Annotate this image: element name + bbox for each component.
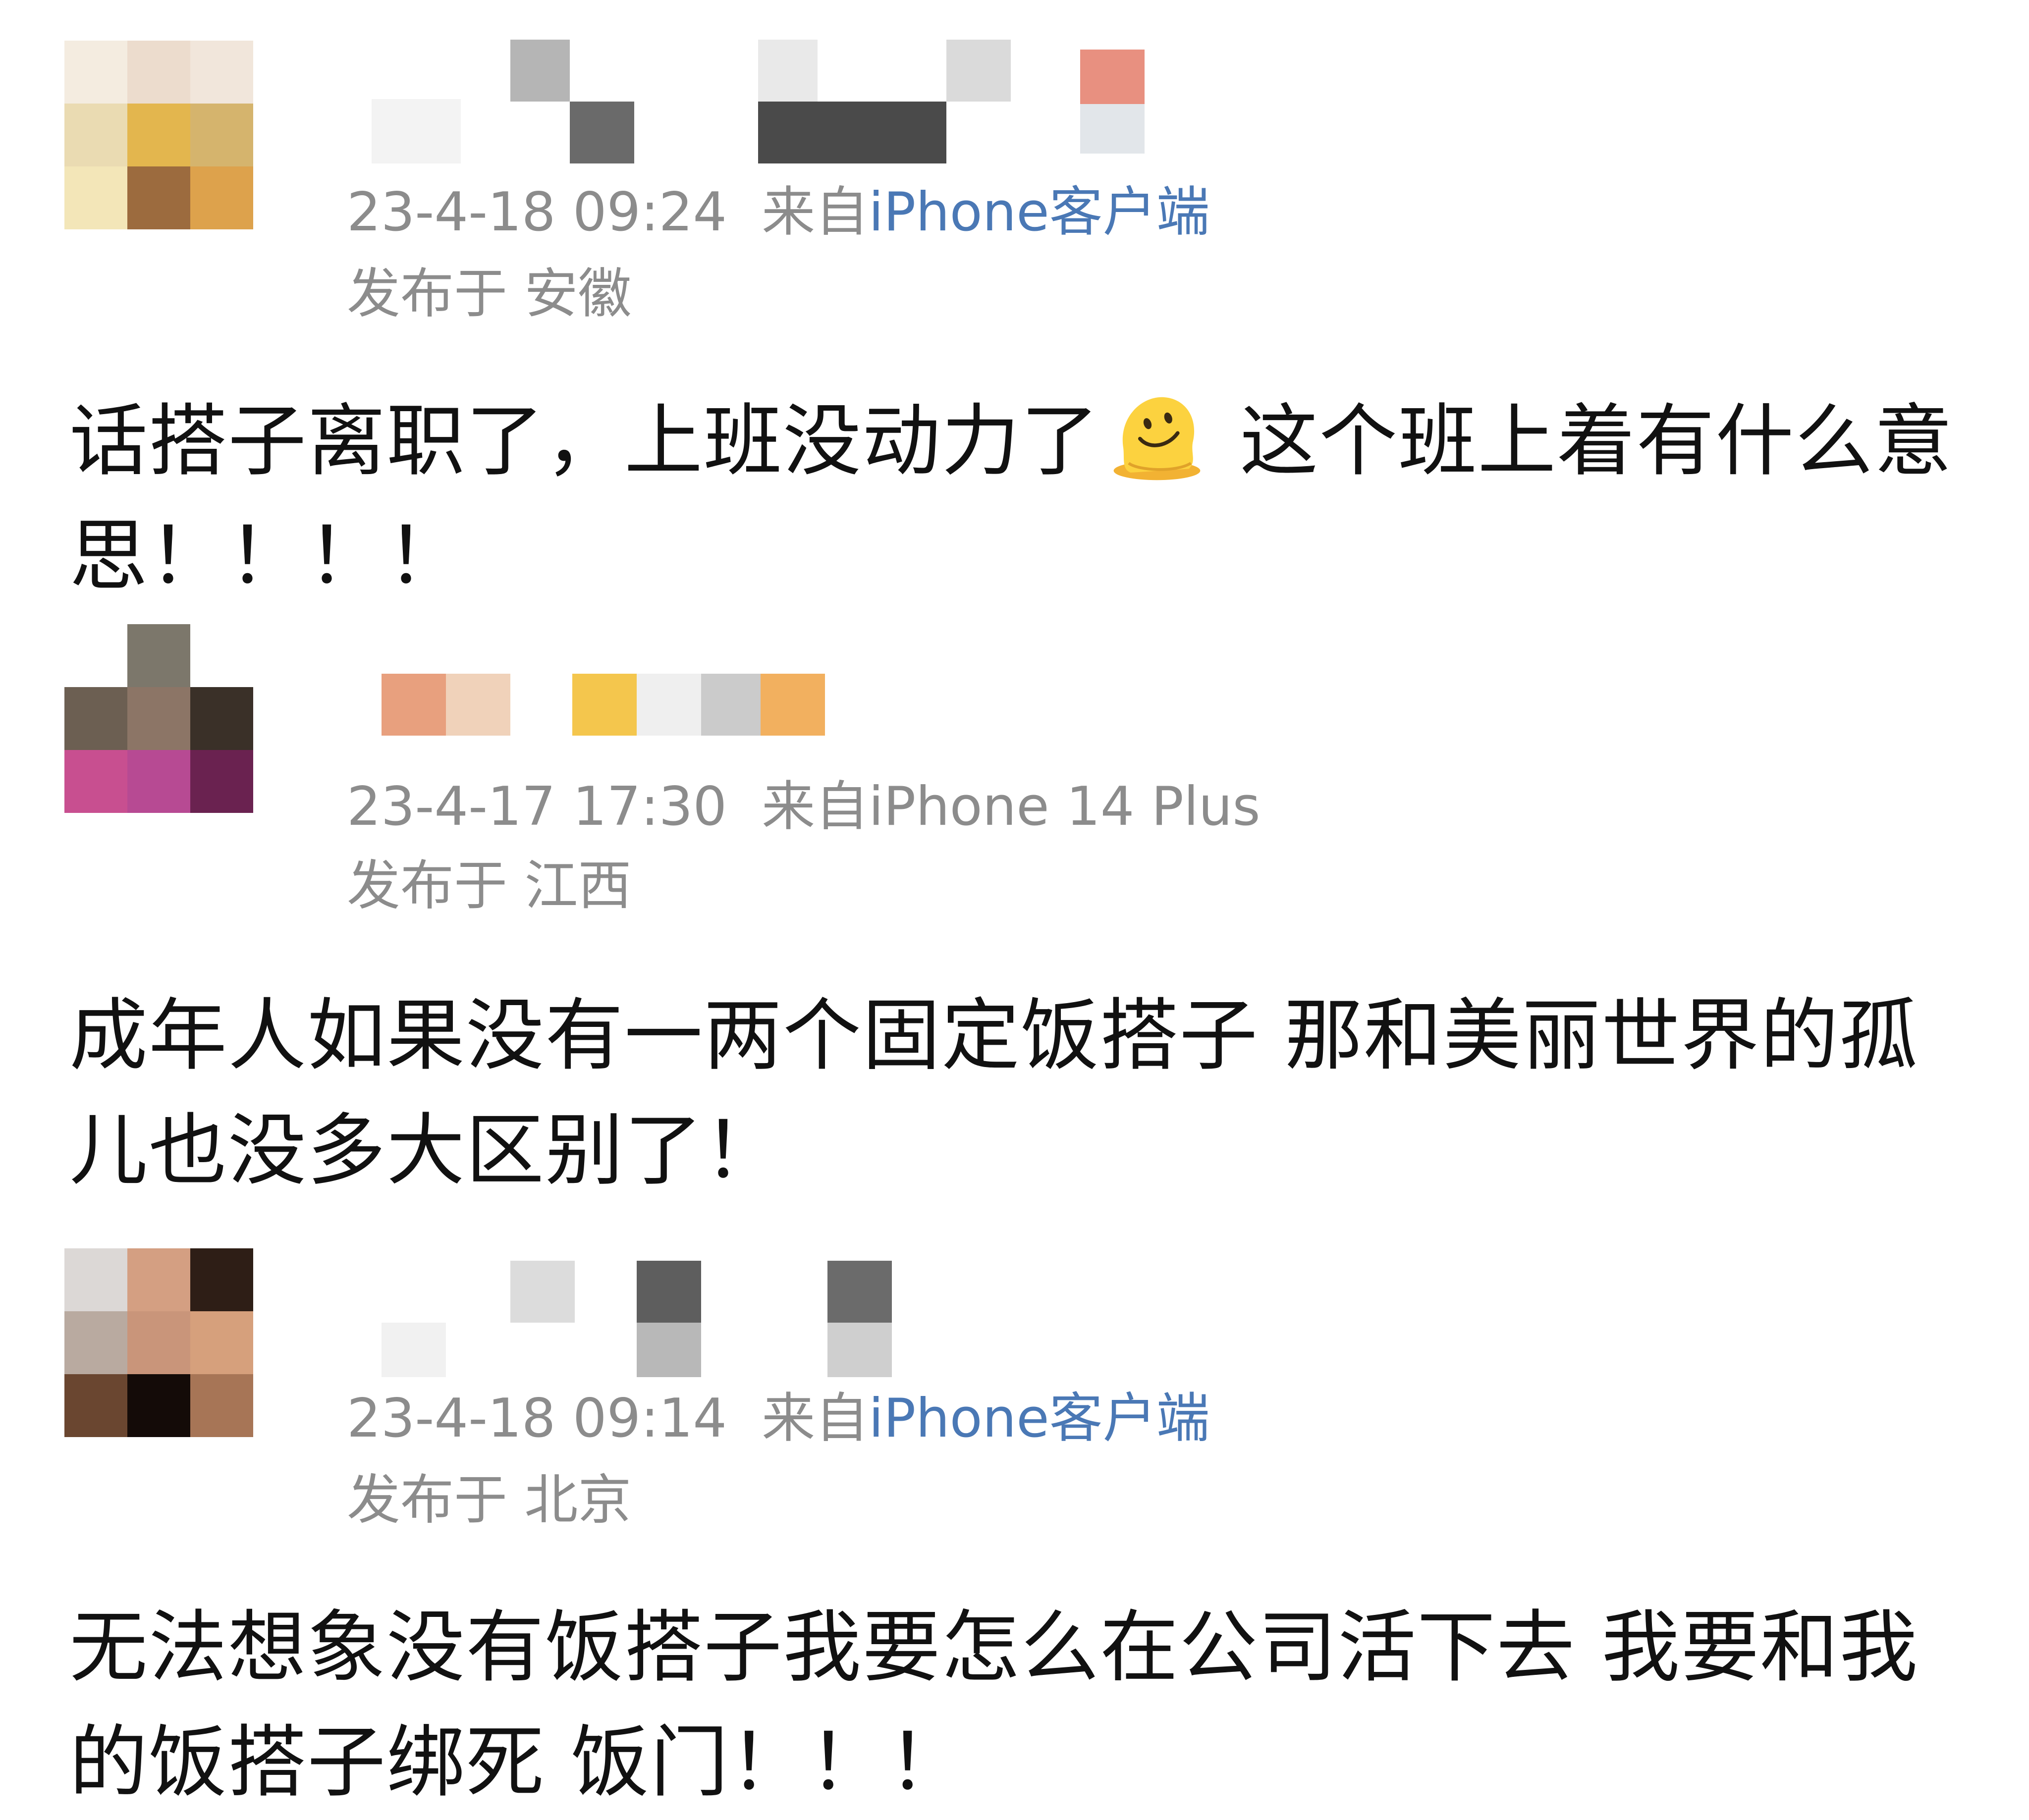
avatar[interactable] [64, 41, 253, 229]
source-prefix: 来自 [762, 776, 869, 838]
username-pixel [510, 1261, 575, 1323]
source-prefix: 来自 [762, 1388, 869, 1449]
avatar-pixel [190, 687, 253, 750]
username-obscured[interactable] [322, 35, 1164, 163]
comment-text: 话搭子离职了，上班没动力了 这个班上着有什么意思！！！！ [69, 384, 1977, 614]
source-label: iPhone 14 Plus [869, 776, 1261, 838]
username-pixel [701, 674, 761, 736]
username-pixel [1080, 50, 1145, 104]
avatar-pixel [64, 166, 127, 229]
comment-text: 成年人如果没有一两个固定饭搭子 那和美丽世界的孤儿也没多大区别了！ [69, 990, 1919, 1196]
avatar-pixel [190, 1248, 253, 1311]
avatar-pixel [127, 624, 190, 687]
melting-face-emoji [1113, 397, 1201, 481]
username-obscured[interactable] [322, 1248, 1164, 1377]
avatar-pixel [127, 41, 190, 104]
username-obscured[interactable] [322, 674, 1164, 793]
comment-text: 无法想象没有饭搭子我要怎么在公司活下去 我要和我的饭搭子绑死 饭门！！！ [69, 1602, 1919, 1808]
username-pixel [946, 40, 1011, 102]
avatar-pixel [127, 750, 190, 813]
username-pixel [758, 102, 946, 163]
username-pixel [1080, 104, 1145, 154]
location-label: 发布于 安徽 [347, 263, 632, 325]
comment-meta: 23-4-17 17:30 来自iPhone 14 Plus [347, 780, 1261, 834]
avatar-pixel [127, 1311, 190, 1374]
avatar-pixel [64, 624, 127, 687]
avatar-pixel [64, 687, 127, 750]
username-pixel [382, 1323, 446, 1377]
location-label: 发布于 江西 [347, 855, 632, 917]
avatar-pixel [190, 104, 253, 166]
location-label: 发布于 北京 [347, 1469, 632, 1531]
avatar-pixel [190, 750, 253, 813]
avatar-pixel [127, 1248, 190, 1311]
avatar-pixel [190, 41, 253, 104]
username-pixel [637, 1261, 701, 1323]
username-pixel [510, 40, 570, 102]
username-pixel [572, 674, 637, 736]
username-pixel [761, 674, 825, 736]
avatar-pixel [64, 104, 127, 166]
comment-meta: 23-4-18 09:24 来自iPhone客户端 [347, 186, 1210, 239]
avatar-pixel [64, 1311, 127, 1374]
avatar-pixel [190, 166, 253, 229]
avatar-pixel [127, 166, 190, 229]
timestamp: 23-4-17 17:30 [347, 776, 727, 838]
avatar-pixel [64, 41, 127, 104]
username-pixel [446, 674, 510, 736]
avatar[interactable] [64, 1248, 253, 1437]
username-pixel [827, 1323, 892, 1377]
avatar-pixel [127, 1374, 190, 1437]
comment-meta: 23-4-18 09:14 来自iPhone客户端 [347, 1392, 1210, 1445]
avatar-pixel [127, 104, 190, 166]
username-pixel [372, 99, 461, 163]
avatar-pixel [64, 750, 127, 813]
avatar[interactable] [64, 624, 253, 813]
timestamp: 23-4-18 09:14 [347, 1388, 727, 1449]
avatar-pixel [190, 1374, 253, 1437]
source-prefix: 来自 [762, 181, 869, 243]
username-pixel [570, 102, 634, 163]
avatar-pixel [190, 624, 253, 687]
avatar-pixel [64, 1248, 127, 1311]
timestamp: 23-4-18 09:24 [347, 181, 727, 243]
avatar-pixel [64, 1374, 127, 1437]
username-pixel [758, 40, 818, 102]
avatar-pixel [190, 1311, 253, 1374]
avatar-pixel [127, 687, 190, 750]
source-link[interactable]: iPhone客户端 [869, 181, 1210, 243]
username-pixel [637, 674, 701, 736]
comment-text-part: 话搭子离职了，上班没动力了 [69, 396, 1100, 487]
username-pixel [382, 674, 446, 736]
source-link[interactable]: iPhone客户端 [869, 1388, 1210, 1449]
username-pixel [827, 1261, 892, 1323]
username-pixel [637, 1323, 701, 1377]
